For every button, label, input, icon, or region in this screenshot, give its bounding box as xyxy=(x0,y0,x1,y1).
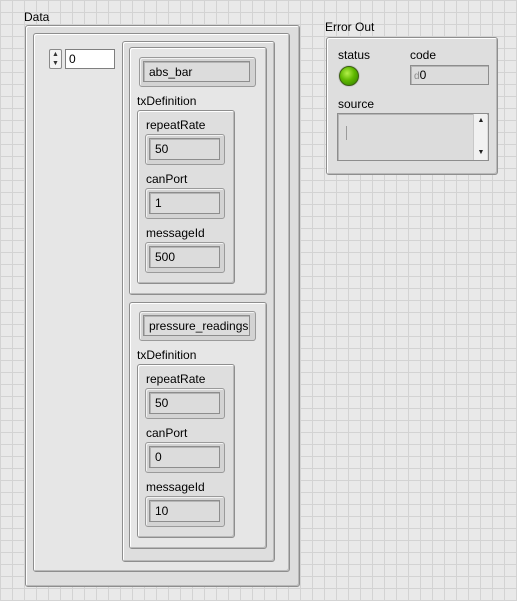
repeat-rate-label: repeatRate xyxy=(146,372,206,386)
tx-definition-label: txDefinition xyxy=(137,94,197,108)
element-name-field[interactable]: abs_bar xyxy=(143,61,250,82)
source-textbox[interactable] xyxy=(337,113,489,161)
spin-down-icon[interactable]: ▼ xyxy=(51,60,60,68)
error-out-label: Error Out xyxy=(325,20,375,34)
can-port-label: canPort xyxy=(146,172,188,186)
message-id-label: messageId xyxy=(146,226,205,240)
can-port-label: canPort xyxy=(146,426,188,440)
source-label: source xyxy=(338,97,375,111)
data-label: Data xyxy=(24,10,50,24)
code-value: 0 xyxy=(419,68,427,82)
array-index-input[interactable]: 0 xyxy=(65,49,115,69)
text-cursor-icon xyxy=(346,126,347,140)
source-scrollbar[interactable]: ▲ ▼ xyxy=(473,114,487,160)
repeat-rate-label: repeatRate xyxy=(146,118,206,132)
spin-up-icon[interactable]: ▲ xyxy=(51,51,60,59)
can-port-field[interactable]: 1 xyxy=(149,192,220,214)
status-led[interactable] xyxy=(339,66,359,86)
element-name-field[interactable]: pressure_readings xyxy=(143,315,250,336)
repeat-rate-field[interactable]: 50 xyxy=(149,138,220,160)
code-field[interactable]: d0 xyxy=(410,65,489,85)
status-label: status xyxy=(338,48,371,62)
message-id-field[interactable]: 10 xyxy=(149,500,220,522)
scroll-down-icon[interactable]: ▼ xyxy=(474,148,488,158)
tx-definition-label: txDefinition xyxy=(137,348,197,362)
message-id-field[interactable]: 500 xyxy=(149,246,220,268)
message-id-label: messageId xyxy=(146,480,205,494)
code-label: code xyxy=(410,48,437,62)
scroll-up-icon[interactable]: ▲ xyxy=(474,116,488,126)
index-spinner[interactable]: ▲ ▼ xyxy=(49,49,62,69)
repeat-rate-field[interactable]: 50 xyxy=(149,392,220,414)
can-port-field[interactable]: 0 xyxy=(149,446,220,468)
